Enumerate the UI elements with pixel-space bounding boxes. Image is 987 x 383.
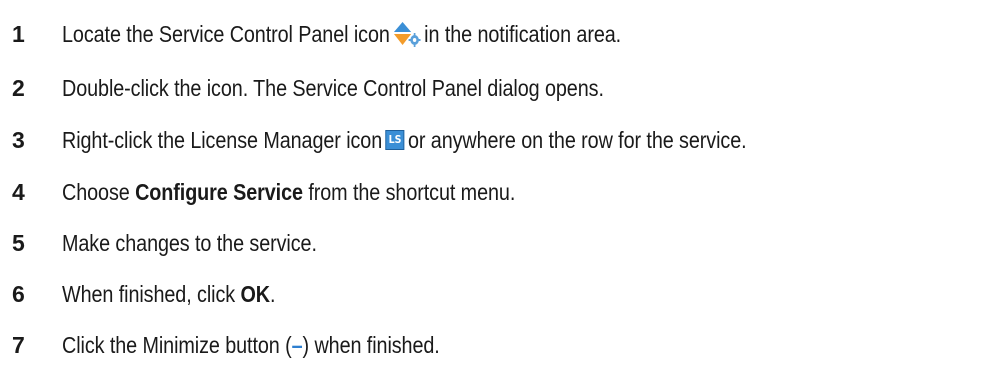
license-manager-icon: LS — [385, 130, 405, 150]
step-number: 3 — [12, 127, 25, 153]
step-text-after: . — [269, 281, 276, 307]
step-text: Make changes to the service. — [62, 230, 317, 256]
step-text: Click the Minimize button (–) when finis… — [62, 325, 440, 365]
step-text-before: When finished, click — [62, 281, 236, 307]
step-text-after: or anywhere on the row for the service. — [407, 127, 747, 153]
ok-label: OK — [240, 281, 270, 307]
step-number: 1 — [12, 21, 25, 47]
step-text-before: Choose — [62, 179, 130, 205]
step-text: Choose Configure Service from the shortc… — [62, 172, 515, 212]
step-number: 5 — [12, 230, 25, 256]
step-text: Double-click the icon. The Service Contr… — [62, 75, 604, 101]
instruction-steps: 1 Locate the Service Control Panel icon … — [0, 0, 987, 383]
step-text: Right-click the License Manager icon LS … — [62, 120, 747, 160]
step-number: 4 — [12, 179, 25, 205]
step-text-before: Locate the Service Control Panel icon — [62, 21, 390, 47]
step-number: 6 — [12, 281, 25, 307]
minimize-icon: – — [291, 332, 303, 358]
step-text: When finished, click OK. — [62, 274, 276, 314]
step-text-after: ) when finished. — [302, 332, 440, 358]
step-text: Locate the Service Control Panel icon in… — [62, 14, 621, 54]
service-control-panel-icon — [393, 21, 421, 47]
configure-service-label: Configure Service — [135, 179, 303, 205]
step-text-after: from the shortcut menu. — [308, 179, 516, 205]
step-number: 2 — [12, 75, 25, 101]
step-text-after: in the notification area. — [424, 21, 622, 47]
step-text-before: Right-click the License Manager icon — [62, 127, 383, 153]
step-number: 7 — [12, 332, 25, 358]
step-text-before: Click the Minimize button ( — [62, 332, 292, 358]
